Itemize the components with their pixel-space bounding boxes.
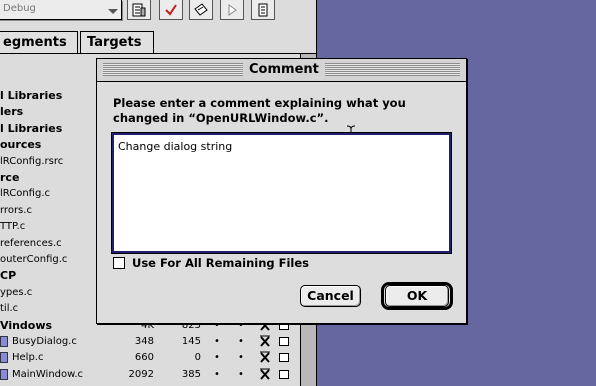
- data-size: 145: [181, 336, 201, 347]
- file-name: til.c: [0, 303, 19, 315]
- tab-segments[interactable]: egments: [0, 31, 78, 53]
- message-line-2: changed in “OpenURLWindow.c”.: [113, 111, 329, 125]
- file-popup-icon[interactable]: [279, 337, 289, 346]
- debug-marker-icon[interactable]: [258, 334, 272, 349]
- file-name: lRConfig.rsrc: [0, 155, 64, 167]
- file-name: MainWindow.c: [12, 368, 84, 380]
- compile-icon: [194, 2, 208, 16]
- ok-button[interactable]: OK: [385, 285, 449, 307]
- dialog-title: Comment: [243, 61, 325, 79]
- run-button[interactable]: [220, 0, 244, 20]
- target-popup-label: Debug: [3, 3, 36, 14]
- tab-segments-label: egments: [3, 35, 67, 50]
- file-name: CP: [0, 269, 17, 283]
- checkmark-icon: [165, 3, 177, 16]
- cancel-button[interactable]: Cancel: [300, 285, 361, 307]
- bullet-icon: •: [214, 368, 220, 380]
- file-popup-icon[interactable]: [279, 353, 289, 363]
- file-name: outerConfig.c: [0, 254, 68, 265]
- dialog-titlebar[interactable]: Comment: [97, 59, 466, 82]
- file-name: TTP.c: [0, 221, 26, 233]
- file-name: rce: [0, 171, 20, 184]
- debug-marker-icon[interactable]: [258, 350, 272, 365]
- data-size: 385: [181, 368, 201, 380]
- file-name: ources: [0, 138, 42, 152]
- run-icon: [228, 3, 237, 16]
- file-name: references.c: [0, 237, 62, 249]
- file-name: l Libraries: [0, 121, 63, 135]
- file-list-row[interactable]: BusyDialog.c 348 145 • •: [0, 334, 300, 350]
- check-syntax-button[interactable]: [159, 0, 183, 20]
- compile-button[interactable]: [189, 0, 213, 20]
- message-line-1: Please enter a comment explaining what y…: [113, 96, 406, 110]
- project-tabs: egments Targets: [0, 31, 316, 55]
- debug-icon: [258, 3, 268, 16]
- tab-targets-label: Targets: [87, 35, 142, 50]
- bullet-icon: •: [238, 336, 244, 347]
- code-size: 660: [134, 352, 154, 364]
- bullet-icon: •: [238, 368, 244, 380]
- file-list-row[interactable]: Help.c 660 0 • •: [0, 350, 300, 366]
- tab-divider: [0, 53, 316, 54]
- use-for-all-checkbox[interactable]: [113, 257, 125, 269]
- file-name: Vindows: [0, 318, 53, 332]
- project-toolbar: Debug: [0, 0, 316, 26]
- tab-targets[interactable]: Targets: [80, 31, 154, 53]
- source-file-icon: [0, 352, 8, 364]
- popup-arrow-icon: [108, 9, 118, 14]
- use-for-all-label[interactable]: Use For All Remaining Files: [132, 256, 309, 270]
- code-size: 348: [134, 336, 154, 347]
- file-name: lers: [0, 105, 24, 119]
- dialog-message: Please enter a comment explaining what y…: [113, 96, 423, 126]
- file-name: lRConfig.c: [0, 188, 50, 200]
- code-size: 2092: [128, 368, 154, 380]
- bullet-icon: •: [238, 352, 244, 364]
- file-popup-icon[interactable]: [279, 369, 289, 379]
- file-name: l Libraries: [0, 89, 63, 102]
- make-button[interactable]: [127, 0, 151, 20]
- comment-input-value: Change dialog string: [118, 140, 233, 153]
- data-size: 0: [194, 352, 201, 364]
- make-icon: [132, 3, 146, 16]
- file-name: ypes.c: [0, 286, 33, 298]
- debug-marker-icon[interactable]: [258, 367, 272, 382]
- file-name: rrors.c: [0, 204, 32, 216]
- bullet-icon: •: [214, 352, 220, 364]
- file-name: BusyDialog.c: [12, 336, 77, 347]
- debug-button[interactable]: [251, 0, 275, 20]
- bullet-icon: •: [214, 336, 220, 347]
- source-file-icon: [0, 368, 8, 380]
- target-popup[interactable]: Debug: [0, 0, 122, 20]
- comment-dialog: Comment Please enter a comment explainin…: [96, 58, 467, 324]
- file-list-row[interactable]: MainWindow.c 2092 385 • •: [0, 367, 300, 383]
- comment-input[interactable]: Change dialog string: [111, 132, 452, 254]
- file-name: Help.c: [12, 352, 44, 364]
- source-file-icon: [0, 336, 8, 347]
